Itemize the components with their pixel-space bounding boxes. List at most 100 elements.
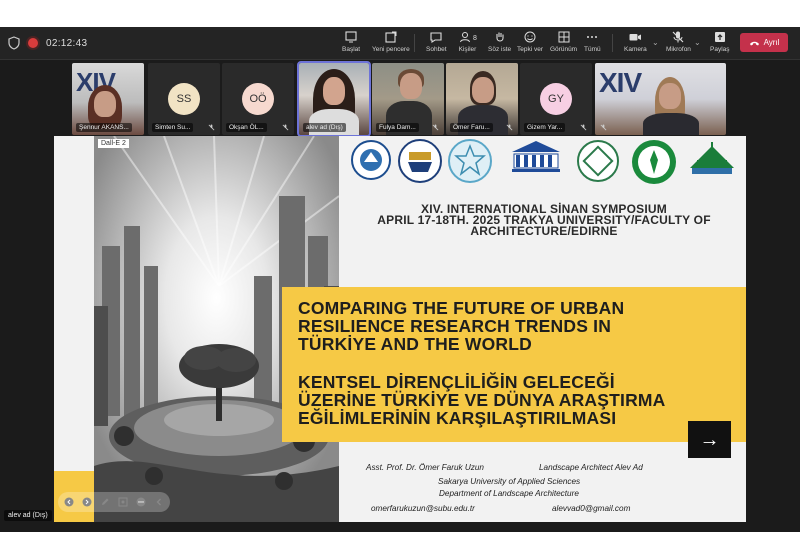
microphone-label: Mikrofon [666, 46, 691, 53]
symposium-line-3: ARCHITECTURE/EDIRNE [470, 224, 618, 238]
title-english: COMPARING THE FUTURE OF URBAN RESILIENCE… [298, 299, 738, 353]
participant-name: Fulya Dam... [376, 123, 419, 132]
email-2: alevvad0@gmail.com [552, 504, 631, 513]
camera-button[interactable]: Kamera [624, 30, 647, 58]
title-english-line: TÜRKİYE AND THE WORLD [298, 334, 532, 354]
recording-indicator-icon [28, 38, 38, 48]
leave-button[interactable]: Ayrıl [740, 33, 788, 52]
participant-name: alev ad (Dış) [303, 123, 346, 132]
microphone-off-icon [282, 124, 289, 131]
participant-tile[interactable]: XIV Şennur AKANS... [72, 63, 144, 135]
camera-options-chevron-icon[interactable]: ⌄ [652, 38, 659, 47]
participant-name: Okşan ÖL... [226, 123, 267, 132]
people-count: 8 [473, 34, 477, 42]
share-window-button[interactable]: Başlat [342, 30, 360, 58]
edirne-municipality-logo [632, 140, 676, 184]
author-2: Landscape Architect Alev Ad [539, 463, 643, 472]
people-button[interactable]: 8 Kişiler [458, 30, 477, 58]
slide-title-box: COMPARING THE FUTURE OF URBAN RESILIENCE… [282, 287, 746, 442]
meeting-timer: 02:12:43 [46, 37, 88, 49]
more-button[interactable]: Tümü [584, 30, 601, 58]
image-source-tag: Dall-E 2 [98, 139, 129, 148]
chat-label: Sohbet [426, 46, 447, 53]
participant-name: Ömer Faru... [450, 123, 493, 132]
title-turkish-line: ÜZERİNE TÜRKİYE VE DÜNYA ARAŞTIRMA [298, 390, 666, 410]
teams-meeting-window: 02:12:43 Başlat Yeni pencere Sohbet 8 Ki… [0, 27, 800, 532]
participant-name: Şennur AKANS... [76, 123, 132, 132]
camera-label: Kamera [624, 46, 647, 53]
affiliation-2: Department of Landscape Architecture [439, 489, 579, 498]
react-button[interactable]: Tepki ver [517, 30, 543, 58]
shared-presentation-slide: Dall-E 2 XIV. INTERNATIONAL SİNAN SYMPOS… [54, 136, 746, 522]
microphone-off-icon [600, 124, 607, 131]
participant-background-logo: XIV [599, 67, 642, 98]
more-options-button[interactable] [134, 495, 148, 509]
participant-name: Gizem Yar... [524, 123, 566, 132]
share-window-icon [345, 31, 357, 43]
microphone-off-icon [580, 124, 587, 131]
title-turkish-line: EĞİLİMLERİNİN KARŞILAŞTIRILMASI [298, 408, 617, 428]
avatar: GY [540, 83, 572, 115]
new-window-label: Yeni pencere [372, 46, 410, 53]
reaction-icon [524, 31, 536, 43]
share-button[interactable]: Paylaş [710, 30, 730, 58]
laser-pointer-button[interactable] [116, 495, 130, 509]
share-icon [714, 32, 725, 42]
collapse-controls-button[interactable] [152, 495, 166, 509]
participant-tile[interactable]: GY Gizem Yar... [520, 63, 592, 135]
view-label: Görünüm [550, 46, 578, 53]
chat-button[interactable]: Sohbet [426, 30, 447, 58]
toolbar-divider [414, 34, 415, 52]
next-slide-control-button[interactable] [80, 495, 94, 509]
unesco-logo [512, 141, 560, 172]
previous-slide-button[interactable] [62, 495, 76, 509]
title-english-line: RESILIENCE RESEARCH TRENDS IN [298, 316, 612, 336]
new-window-button[interactable]: Yeni pencere [372, 30, 410, 58]
more-icon [587, 36, 598, 38]
microphone-off-icon [432, 124, 439, 131]
trakya-university-logo [398, 139, 442, 183]
view-button[interactable]: Görünüm [550, 30, 577, 58]
target-icon [118, 497, 128, 507]
participant-tile[interactable]: OÖ Okşan ÖL... [222, 63, 294, 135]
participant-name: Simten Su... [152, 123, 194, 132]
participant-tile[interactable]: Fulya Dam... [372, 63, 444, 135]
microphone-off-icon [208, 124, 215, 131]
circle-right-icon [82, 497, 92, 507]
more-label: Tümü [584, 46, 601, 53]
participant-tile-active[interactable]: alev ad (Dış) [297, 61, 371, 137]
camera-icon [629, 34, 642, 41]
view-grid-icon [558, 31, 570, 43]
microphone-off-icon [506, 124, 513, 131]
avatar: OÖ [242, 83, 274, 115]
react-label: Tepki ver [517, 46, 544, 53]
participant-tile[interactable]: Ömer Faru... [446, 63, 518, 135]
more-icon [136, 497, 146, 507]
people-icon [460, 32, 470, 43]
title-english-line: COMPARING THE FUTURE OF URBAN [298, 298, 625, 318]
chevron-left-icon [156, 498, 161, 506]
slide-controls-bar [58, 492, 170, 512]
title-turkish: KENTSEL DİRENÇLİLİĞİN GELECEĞİ ÜZERİNE T… [298, 373, 738, 427]
email-1: omerfarukuzun@subu.edu.tr [371, 504, 475, 513]
participant-tile[interactable]: SS Simten Su... [148, 63, 220, 135]
pen-tool-button[interactable] [98, 495, 112, 509]
new-window-icon [385, 31, 397, 43]
arrow-right-icon: → [699, 428, 720, 451]
share-label: Paylaş [710, 46, 730, 53]
microphone-button[interactable]: Mikrofon [666, 30, 691, 58]
phone-hangup-icon [749, 41, 759, 45]
next-slide-button[interactable]: → [688, 421, 731, 458]
raise-hand-button[interactable]: Söz iste [488, 30, 511, 58]
microphone-off-icon [673, 31, 684, 43]
toolbar-divider [612, 34, 613, 52]
microphone-options-chevron-icon[interactable]: ⌄ [694, 38, 701, 47]
meeting-toolbar: 02:12:43 Başlat Yeni pencere Sohbet 8 Ki… [0, 27, 800, 60]
chat-icon [430, 32, 442, 44]
participant-tile[interactable]: XIV [595, 63, 726, 135]
sakarya-university-logo [351, 140, 391, 180]
self-view-label: alev ad (Dış) [4, 510, 52, 521]
leave-label: Ayrıl [763, 38, 780, 47]
shield-icon [8, 36, 20, 50]
pen-icon [102, 498, 109, 505]
